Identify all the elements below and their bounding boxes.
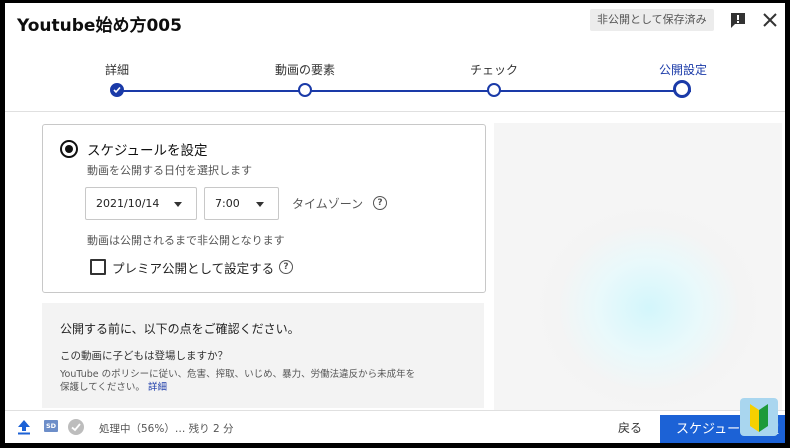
step-details[interactable]: 詳細 (57, 43, 177, 111)
feedback-icon[interactable] (729, 11, 747, 29)
date-dropdown[interactable]: 2021/10/14 (85, 187, 197, 220)
pre-publish-checklist: 公開する前に、以下の点をご確認ください。 この動画に子どもは登場しますか？ Yo… (42, 303, 484, 408)
checklist-title: 公開する前に、以下の点をご確認ください。 (60, 322, 300, 336)
learn-more-link[interactable]: 詳細 (148, 382, 167, 393)
schedule-radio[interactable] (60, 140, 78, 158)
help-icon[interactable]: ? (373, 196, 387, 210)
step-checks[interactable]: チェック (434, 43, 554, 111)
step-label: 公開設定 (658, 63, 707, 77)
date-value: 2021/10/14 (96, 197, 160, 210)
stepper-line (121, 90, 691, 92)
time-value: 7:00 (215, 197, 240, 210)
timezone-label: タイムゾーン (292, 197, 364, 211)
step-visibility[interactable]: 公開設定 (623, 43, 743, 111)
schedule-title: スケジュールを設定 (87, 143, 208, 159)
step-dot (673, 80, 691, 98)
step-dot (298, 83, 312, 97)
upload-dialog: Youtube始め方005 非公開として保存済み 詳細 動画の要素 チェック 公 (5, 3, 785, 443)
checklist-question: この動画に子どもは登場しますか？ (60, 350, 228, 362)
dialog-footer: SD 処理中（56%）… 残り 2 分 戻る スケジュール設定 (5, 410, 785, 443)
premiere-checkbox[interactable] (90, 259, 106, 275)
hd-icon[interactable]: SD (44, 420, 58, 432)
schedule-subtitle: 動画を公開する日付を選択します (87, 164, 252, 177)
save-status-badge: 非公開として保存済み (590, 9, 714, 31)
chevron-down-icon (174, 202, 182, 207)
step-label: 動画の要素 (274, 63, 335, 77)
progress-stepper: 詳細 動画の要素 チェック 公開設定 (5, 43, 785, 112)
video-title: Youtube始め方005 (17, 16, 182, 36)
policy-text: YouTube のポリシーに従い、危害、搾取、いじめ、暴力、労働法違反から未成年… (60, 368, 420, 394)
step-label: チェック (469, 63, 518, 77)
policy-body: YouTube のポリシーに従い、危害、搾取、いじめ、暴力、労働法違反から未成年… (60, 369, 416, 393)
back-button[interactable]: 戻る (618, 419, 642, 436)
close-icon[interactable] (761, 11, 779, 29)
step-video-elements[interactable]: 動画の要素 (245, 43, 365, 111)
upload-icon[interactable] (17, 419, 31, 435)
video-preview[interactable] (494, 123, 782, 411)
step-dot (487, 83, 501, 97)
premiere-label: プレミア公開として設定する (112, 261, 275, 276)
help-icon[interactable]: ? (279, 260, 293, 274)
private-note: 動画は公開されるまで非公開となります (87, 234, 285, 247)
step-label: 詳細 (104, 63, 129, 77)
dialog-header: Youtube始め方005 非公開として保存済み (5, 3, 785, 43)
chevron-down-icon (256, 202, 264, 207)
processing-status: 処理中（56%）… 残り 2 分 (99, 423, 234, 435)
beginner-mark-icon (740, 398, 778, 436)
check-circle-icon[interactable] (67, 418, 85, 436)
step-check-icon (110, 83, 124, 97)
schedule-panel: スケジュールを設定 動画を公開する日付を選択します 2021/10/14 7:0… (42, 124, 486, 293)
time-dropdown[interactable]: 7:00 (204, 187, 279, 220)
